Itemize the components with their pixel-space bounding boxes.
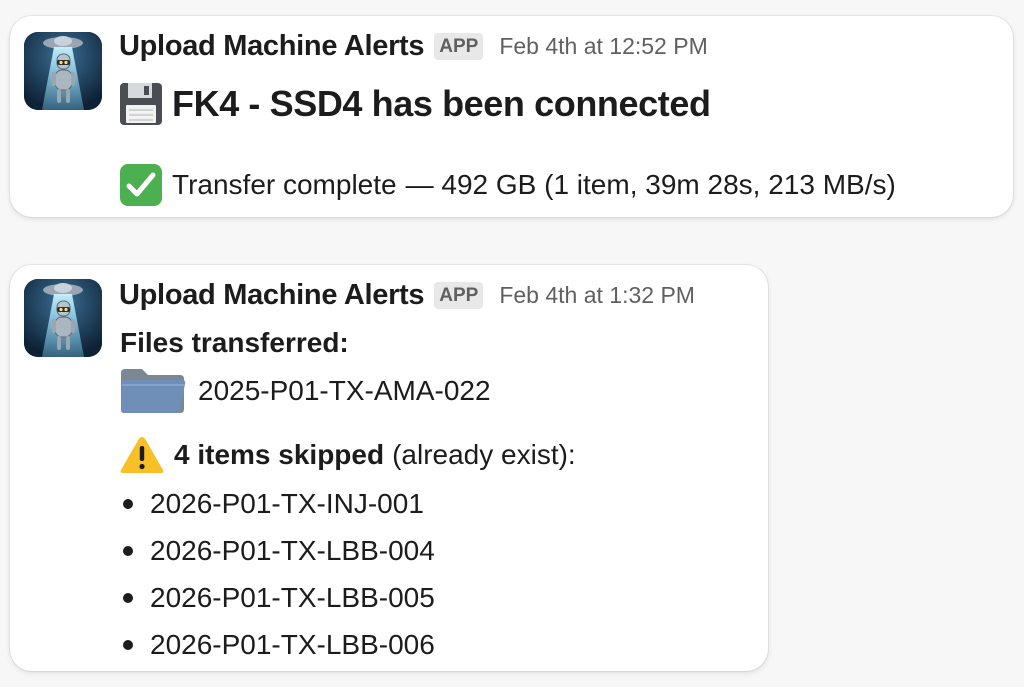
message-card-files: Upload Machine Alerts APP Feb 4th at 1:3… xyxy=(10,265,768,671)
message-header: Upload Machine Alerts APP Feb 4th at 1:3… xyxy=(119,279,695,312)
transfer-status: Transfer complete — 492 GB (1 item, 39m … xyxy=(118,162,896,208)
skipped-items-list: 2026-P01-TX-INJ-001 2026-P01-TX-LBB-004 … xyxy=(120,480,435,668)
headline-text: FK4 - SSD4 has been connected xyxy=(172,83,711,124)
transferred-folder: 2025-P01-TX-AMA-022 xyxy=(118,365,491,417)
message-card-connected: Upload Machine Alerts APP Feb 4th at 12:… xyxy=(10,16,1013,217)
check-mark-icon xyxy=(118,162,164,208)
sender-name[interactable]: Upload Machine Alerts xyxy=(119,279,425,312)
bullet xyxy=(123,639,133,650)
list-item: 2026-P01-TX-LBB-004 xyxy=(120,527,435,574)
message-header: Upload Machine Alerts APP Feb 4th at 12:… xyxy=(119,30,708,63)
floppy-disk-icon xyxy=(118,81,164,127)
list-item: 2026-P01-TX-INJ-001 xyxy=(120,480,435,527)
skipped-item-name: 2026-P01-TX-INJ-001 xyxy=(150,487,424,519)
folder-name: 2025-P01-TX-AMA-022 xyxy=(198,375,491,406)
app-badge: APP xyxy=(434,33,484,60)
robot-ufo-icon[interactable] xyxy=(24,32,102,110)
skipped-item-name: 2026-P01-TX-LBB-005 xyxy=(150,581,435,613)
skipped-count: 4 items skipped xyxy=(174,439,385,470)
bullet xyxy=(123,592,133,603)
list-item: 2026-P01-TX-LBB-005 xyxy=(120,574,435,621)
robot-ufo-icon[interactable] xyxy=(24,279,102,357)
message-timestamp[interactable]: Feb 4th at 12:52 PM xyxy=(499,33,707,60)
bullet xyxy=(123,498,133,509)
skipped-reason: (already exist): xyxy=(392,439,576,470)
bullet xyxy=(123,545,133,556)
skipped-summary: 4 items skipped (already exist): xyxy=(118,434,576,476)
app-badge: APP xyxy=(434,282,484,309)
skipped-item-name: 2026-P01-TX-LBB-004 xyxy=(150,534,435,566)
folder-icon xyxy=(118,365,188,417)
files-transferred-title: Files transferred: xyxy=(120,327,349,358)
sender-name[interactable]: Upload Machine Alerts xyxy=(119,30,425,63)
message-headline: FK4 - SSD4 has been connected xyxy=(118,81,711,127)
skipped-item-name: 2026-P01-TX-LBB-006 xyxy=(150,628,435,660)
status-label: Transfer complete xyxy=(172,169,397,200)
list-item: 2026-P01-TX-LBB-006 xyxy=(120,621,435,668)
status-detail: — 492 GB (1 item, 39m 28s, 213 MB/s) xyxy=(405,169,896,200)
warning-icon xyxy=(118,434,166,476)
message-timestamp[interactable]: Feb 4th at 1:32 PM xyxy=(499,282,695,309)
